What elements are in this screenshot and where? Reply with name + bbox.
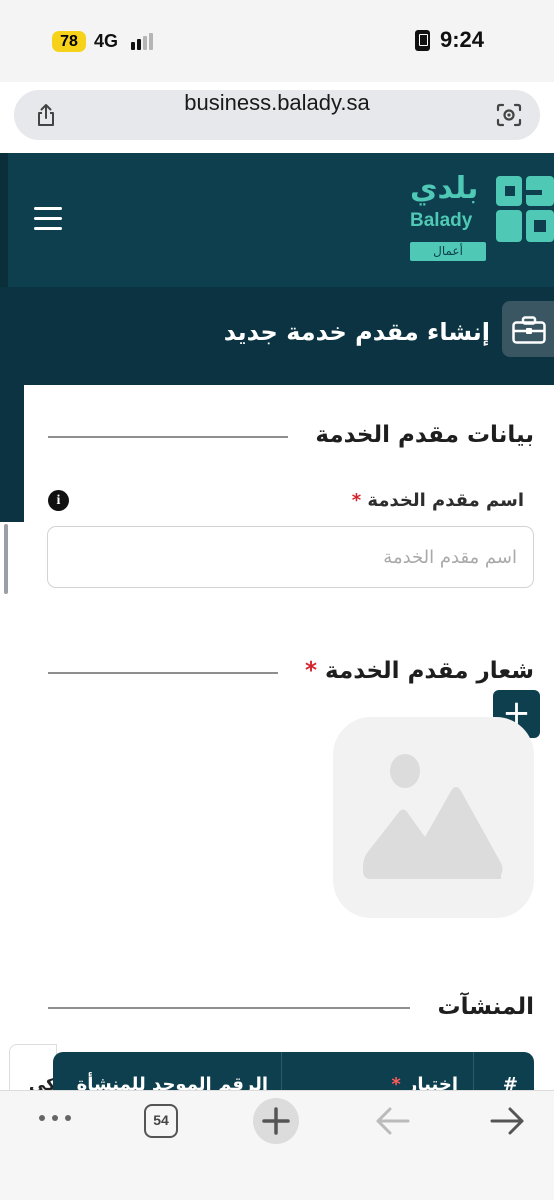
status-bar: 78 4G 9:24 — [0, 0, 554, 82]
brand-business-tag: أعمال — [410, 242, 486, 261]
left-rail — [0, 385, 24, 522]
required-mark: * — [351, 490, 362, 511]
section-title-provider-data: بيانات مقدم الخدمة — [315, 422, 534, 448]
briefcase-icon — [512, 316, 546, 344]
section-divider — [48, 672, 278, 674]
camera-lens-icon[interactable] — [496, 103, 522, 127]
sim-card-icon — [415, 30, 430, 51]
info-icon[interactable]: i — [48, 490, 69, 511]
brand-name-arabic: بلدي — [410, 171, 479, 206]
page-title: إنشاء مقدم خدمة جديد — [223, 318, 490, 346]
forward-arrow-icon[interactable] — [490, 1106, 526, 1136]
section-title-facilities: المنشآت — [437, 994, 534, 1020]
url-text[interactable]: business.balady.sa — [14, 90, 540, 116]
brand-name-english: Balady — [410, 210, 473, 231]
menu-icon[interactable] — [34, 207, 62, 231]
section-title-logo: شعار مقدم الخدمة * — [305, 658, 534, 684]
balady-logo-icon — [496, 176, 554, 242]
provider-name-input[interactable] — [47, 526, 534, 588]
battery-level-badge: 78 — [52, 31, 86, 52]
required-mark: * — [304, 658, 317, 684]
network-type: 4G — [94, 31, 119, 51]
plus-icon — [262, 1107, 290, 1135]
address-bar[interactable]: business.balady.sa — [14, 90, 540, 140]
section-divider — [48, 436, 288, 438]
signal-strength-icon — [131, 33, 161, 50]
provider-name-label-text: اسم مقدم الخدمة — [367, 490, 524, 511]
tab-count-button[interactable]: 54 — [144, 1104, 178, 1138]
section-divider — [48, 1007, 410, 1009]
page-scrollbar[interactable] — [4, 524, 8, 594]
more-icon[interactable] — [38, 1113, 74, 1123]
image-placeholder-icon — [363, 754, 503, 879]
logo-upload-area[interactable] — [333, 717, 534, 918]
logo-section-title-text: شعار مقدم الخدمة — [325, 658, 534, 684]
back-arrow-icon[interactable] — [374, 1106, 410, 1136]
new-tab-button[interactable] — [253, 1098, 299, 1144]
header-edge — [0, 153, 8, 287]
status-time: 9:24 — [440, 27, 485, 52]
provider-name-label: اسم مقدم الخدمة * — [352, 490, 524, 511]
